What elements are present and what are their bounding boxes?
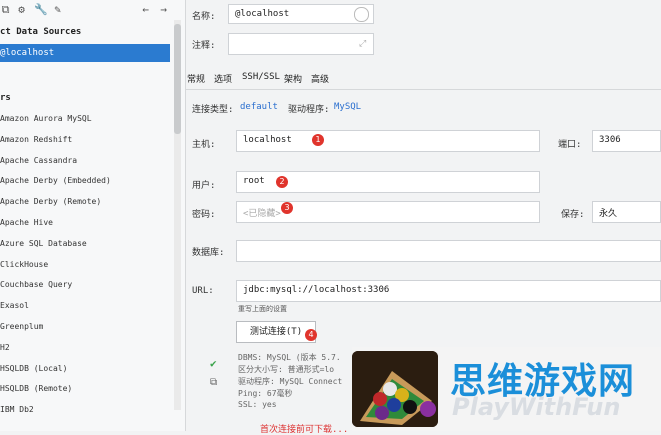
annotation-badge-2: 2 [276, 176, 288, 188]
driver-item[interactable]: H2 [0, 343, 10, 352]
back-arrow-icon[interactable]: ← [140, 4, 151, 15]
comment-field[interactable] [228, 33, 374, 55]
tab-ssh-ssl[interactable]: SSH/SSL [242, 72, 280, 82]
color-circle-icon[interactable] [354, 7, 369, 22]
driver-item[interactable]: Apache Derby (Embedded) [0, 176, 111, 185]
driver-item[interactable]: Apache Derby (Remote) [0, 197, 101, 206]
bottom-warning: 首次连接前可下载... [260, 425, 349, 435]
annotation-badge-1: 1 [312, 134, 324, 146]
comment-label: 注释: [192, 41, 216, 51]
annotation-badge-4: 4 [305, 329, 317, 341]
drivers-title: rs [0, 93, 11, 103]
driver-item[interactable]: IBM Db2 [0, 405, 34, 414]
driver-link[interactable]: MySQL [334, 102, 361, 112]
edit-icon[interactable]: ✎ [52, 4, 63, 15]
copy-icon[interactable]: ⧉ [0, 4, 11, 15]
forward-arrow-icon[interactable]: → [158, 4, 169, 15]
tab-schema[interactable]: 架构 [284, 72, 302, 85]
port-label: 端口: [558, 140, 582, 150]
result-line-ping: Ping: 67毫秒 [238, 389, 293, 398]
driver-item[interactable]: HSQLDB (Local) [0, 364, 67, 373]
save-mode-select[interactable]: 永久 [592, 201, 661, 223]
result-line-dbms: DBMS: MySQL (版本 5.7. [238, 353, 341, 362]
success-check-icon: ✔ [210, 357, 217, 370]
annotation-badge-3: 3 [281, 202, 293, 214]
driver-item[interactable]: Apache Hive [0, 218, 53, 227]
sidebar-toolbar: ⧉ ⚙ 🔧 ✎ ← → [0, 0, 185, 20]
sidebar-scrollbar-thumb[interactable] [174, 24, 181, 134]
tab-advanced[interactable]: 高级 [311, 72, 329, 85]
driver-item[interactable]: Amazon Aurora MySQL [0, 114, 92, 123]
driver-label: 驱动程序: [288, 105, 330, 115]
save-label: 保存: [561, 210, 585, 220]
user-label: 用户: [192, 181, 216, 191]
result-line-case: 区分大小写: 普通形式=lo [238, 365, 335, 374]
url-label: URL: [192, 286, 214, 296]
driver-item[interactable]: Apache Cassandra [0, 156, 77, 165]
watermark-subtitle: PlayWithFun [452, 393, 621, 421]
driver-item[interactable]: Azure SQL Database [0, 239, 87, 248]
port-field[interactable]: 3306 [592, 130, 661, 152]
driver-item[interactable]: Couchbase Query [0, 280, 72, 289]
settings-icon[interactable]: ⚙ [16, 4, 27, 15]
driver-item[interactable]: HSQLDB (Remote) [0, 384, 72, 393]
driver-item[interactable]: Amazon Redshift [0, 135, 72, 144]
password-label: 密码: [192, 210, 216, 220]
tab-general[interactable]: 常规 [187, 72, 205, 85]
url-field[interactable]: jdbc:mysql://localhost:3306 [236, 280, 661, 302]
data-sources-title: ct Data Sources [0, 27, 82, 37]
copy-result-icon[interactable]: ⧉ [210, 377, 217, 388]
name-label: 名称: [192, 12, 216, 22]
wrench-icon[interactable]: 🔧 [34, 4, 48, 15]
host-field[interactable]: localhost [236, 130, 540, 152]
host-label: 主机: [192, 140, 216, 150]
tab-divider [186, 89, 661, 90]
conn-type-label: 连接类型: [192, 105, 234, 115]
data-source-item-localhost[interactable]: @localhost [0, 44, 170, 62]
test-connection-button[interactable]: 测试连接(T) [236, 321, 316, 343]
name-field[interactable]: @localhost [228, 4, 374, 24]
override-hint: 重写上面的设置 [238, 305, 287, 313]
tab-options[interactable]: 选项 [214, 72, 232, 85]
result-line-driver: 驱动程序: MySQL Connect [238, 377, 343, 386]
driver-item[interactable]: Greenplum [0, 322, 43, 331]
sidebar: ⧉ ⚙ 🔧 ✎ ← → ct Data Sources @localhost r… [0, 0, 186, 431]
conn-type-link[interactable]: default [240, 102, 278, 112]
database-label: 数据库: [192, 248, 225, 258]
expand-icon[interactable]: ⤢ [359, 39, 366, 49]
result-line-ssl: SSL: yes [238, 400, 277, 409]
billiards-logo-image [352, 351, 438, 427]
driver-item[interactable]: Exasol [0, 301, 29, 310]
driver-item[interactable]: ClickHouse [0, 260, 48, 269]
database-field[interactable] [236, 240, 661, 262]
